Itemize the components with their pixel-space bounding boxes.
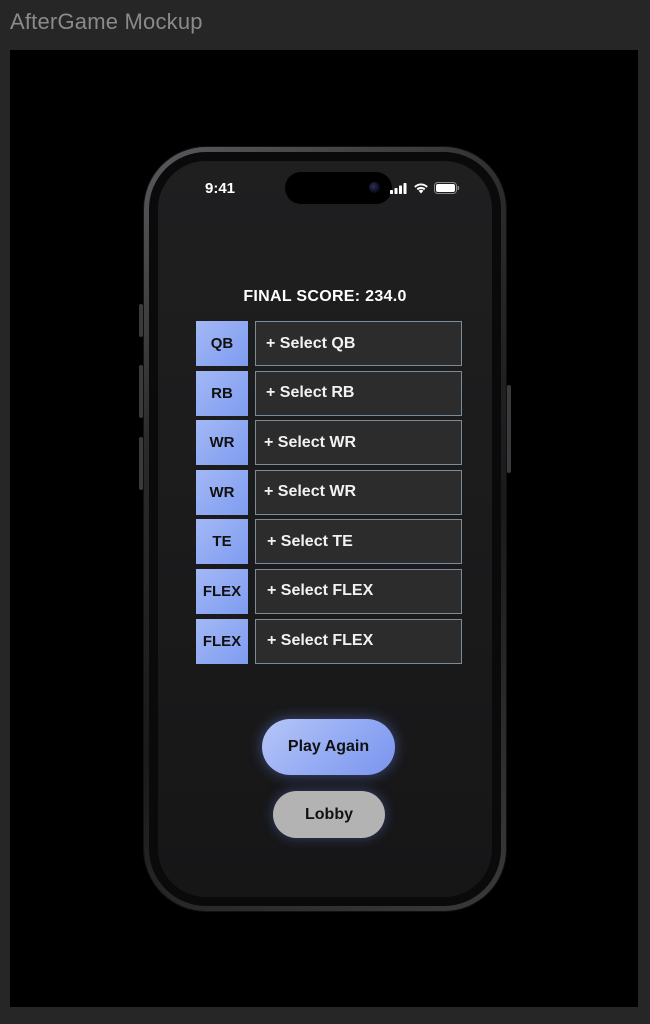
select-player-button[interactable]: + Select WR bbox=[255, 469, 462, 515]
volume-down-button bbox=[139, 437, 143, 490]
position-badge: FLEX bbox=[196, 568, 248, 614]
status-icons bbox=[390, 182, 460, 194]
phone-screen: 9:41 FINAL SCORE: 234.0 QB + Select QB R… bbox=[158, 161, 492, 897]
position-badge: QB bbox=[196, 321, 248, 366]
roster-row-flex: FLEX + Select FLEX bbox=[196, 568, 462, 614]
signal-icon bbox=[390, 182, 407, 194]
select-player-button[interactable]: + Select FLEX bbox=[255, 618, 462, 664]
camera-icon bbox=[369, 182, 380, 193]
select-player-button[interactable]: + Select QB bbox=[255, 321, 462, 366]
roster-row-te: TE + Select TE bbox=[196, 519, 462, 565]
final-score: FINAL SCORE: 234.0 bbox=[243, 288, 407, 305]
roster-row-wr: WR + Select WR bbox=[196, 469, 462, 515]
battery-icon bbox=[434, 182, 460, 194]
position-badge: WR bbox=[196, 469, 248, 515]
select-player-button[interactable]: + Select WR bbox=[255, 420, 462, 466]
app-title: AfterGame Mockup bbox=[10, 9, 203, 34]
roster-list: QB + Select QB RB + Select RB WR + Selec… bbox=[196, 321, 462, 668]
select-player-button[interactable]: + Select FLEX bbox=[255, 568, 462, 614]
phone-frame: 9:41 FINAL SCORE: 234.0 QB + Select QB R… bbox=[139, 147, 511, 911]
power-button bbox=[507, 385, 511, 473]
position-badge: FLEX bbox=[196, 618, 248, 664]
volume-up-button bbox=[139, 365, 143, 418]
position-badge: TE bbox=[196, 519, 248, 565]
select-player-button[interactable]: + Select RB bbox=[255, 370, 462, 416]
wifi-icon bbox=[414, 183, 428, 194]
position-badge: RB bbox=[196, 370, 248, 416]
play-again-button[interactable]: Play Again bbox=[262, 719, 395, 775]
position-badge: WR bbox=[196, 420, 248, 466]
phone-bezel: 9:41 FINAL SCORE: 234.0 QB + Select QB R… bbox=[149, 152, 501, 906]
status-time: 9:41 bbox=[205, 180, 236, 197]
roster-row-rb: RB + Select RB bbox=[196, 370, 462, 416]
dynamic-island bbox=[285, 172, 392, 204]
roster-row-qb: QB + Select QB bbox=[196, 321, 462, 366]
select-player-button[interactable]: + Select TE bbox=[255, 519, 462, 565]
roster-row-wr: WR + Select WR bbox=[196, 420, 462, 466]
lobby-button[interactable]: Lobby bbox=[273, 791, 385, 838]
action-button bbox=[139, 304, 143, 337]
roster-row-flex: FLEX + Select FLEX bbox=[196, 618, 462, 664]
